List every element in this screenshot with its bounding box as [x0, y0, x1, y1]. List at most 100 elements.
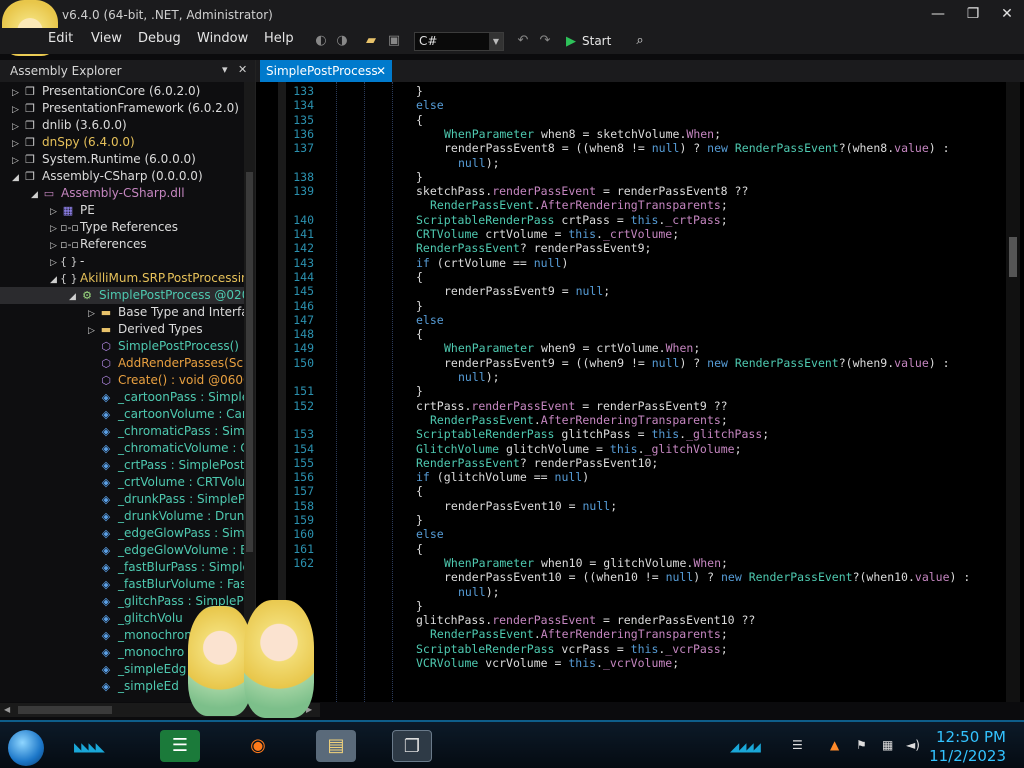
taskbar-decoration-icon: ◢◢◢◢ [730, 740, 761, 754]
editor-scroll-thumb[interactable] [1009, 237, 1017, 277]
tab-simplepostprocess[interactable]: SimplePostProcess ✕ [260, 60, 392, 82]
tree-item[interactable]: ◈ _cartoonVolume : Cart [0, 406, 244, 423]
tree-node-icon: ▫-▫ [60, 221, 79, 234]
character-sticker [188, 606, 252, 716]
tree-item[interactable]: ▷ ❐ dnSpy (6.4.0.0) [0, 134, 244, 151]
tree-item-label: _cartoonPass : SimpleP [118, 390, 244, 404]
taskbar: ◣◣◣◣ ☰ ◉ ▤ ❐ ◢◢◢◢ ☰ ▲ ⚑ ▦ ◄) 12:50 PM 11… [0, 720, 1024, 768]
maximize-button[interactable]: ❐ [961, 4, 985, 24]
tree-node-icon: ❐ [25, 119, 35, 132]
tree-item-label: Assembly-CSharp (0.0.0.0) [42, 169, 203, 183]
menu-help[interactable]: Help [264, 31, 294, 46]
tree-item[interactable]: ◢ ▭ Assembly-CSharp.dll [0, 185, 244, 202]
tab-close-icon[interactable]: ✕ [376, 60, 386, 82]
tree-item[interactable]: ▷{ } - [0, 253, 244, 270]
close-button[interactable]: ✕ [995, 4, 1019, 24]
code-line[interactable]: VCRVolume vcrVolume = this._vcrVolume; [256, 655, 996, 671]
tree-node-icon: ◈ [101, 629, 111, 642]
tree-item[interactable]: ⬡ AddRenderPasses(Scrip [0, 355, 244, 372]
menu-window[interactable]: Window [197, 31, 248, 46]
tree-node-icon: ◈ [101, 493, 111, 506]
network-icon[interactable]: ▦ [882, 738, 893, 752]
tree-vertical-scrollbar[interactable] [244, 82, 255, 702]
tree-item-label: dnSpy (6.4.0.0) [42, 135, 135, 149]
tree-item[interactable]: ◢ ❐ Assembly-CSharp (0.0.0.0) [0, 168, 244, 185]
tree-node-icon: ◈ [101, 476, 111, 489]
tree-item[interactable]: ◈ _fastBlurPass : SimpleF [0, 559, 244, 576]
title-bar: v6.4.0 (64-bit, .NET, Administrator) — ❐… [0, 0, 1024, 56]
chevron-down-icon: ▼ [489, 33, 503, 50]
tree-item[interactable]: ◈ _crtPass : SimplePostP [0, 457, 244, 474]
save-icon[interactable]: ▣ [385, 32, 403, 50]
clock-time: 12:50 PM [936, 728, 1006, 746]
tree-item-label: Base Type and Interfac [118, 305, 244, 319]
tray-menu-icon[interactable]: ☰ [792, 738, 803, 752]
tree-node-icon: { } [60, 255, 78, 268]
action-center-flag-icon[interactable]: ⚑ [856, 738, 867, 752]
tree-item[interactable]: ▷ ▦ PE [0, 202, 244, 219]
tree-item[interactable]: ◈ _chromaticPass : Simp [0, 423, 244, 440]
tree-item[interactable]: ◈ _edgeGlowVolume : Ec [0, 542, 244, 559]
tray-app-icon[interactable]: ▲ [830, 738, 839, 752]
search-icon[interactable]: ⌕ [631, 32, 649, 50]
tree-item[interactable]: ◈ _drunkVolume : Drunk [0, 508, 244, 525]
start-orb-icon[interactable] [8, 730, 44, 766]
tree-item[interactable]: ▷ ▫-▫Type References [0, 219, 244, 236]
code-editor[interactable]: 133} 134 else 135{136 WhenParameter when8 = … [256, 82, 1024, 702]
minimize-button[interactable]: — [926, 4, 950, 24]
firefox-icon[interactable]: ◉ [238, 730, 278, 762]
menu-view[interactable]: View [91, 31, 122, 46]
undo-icon[interactable]: ↶ [514, 32, 532, 50]
tree-item[interactable]: ▷ ❐ PresentationFramework (6.0.2.0) [0, 100, 244, 117]
open-folder-icon[interactable]: ▰ [362, 32, 380, 50]
tree-node-icon: ◈ [101, 527, 111, 540]
tree-item-label: System.Runtime (6.0.0.0) [42, 152, 196, 166]
system-clock[interactable]: 12:50 PM 11/2/2023 [929, 728, 1006, 766]
tree-item-label: Type References [80, 220, 179, 234]
tree-node-icon: ▦ [62, 204, 74, 217]
tree-item-label: PresentationCore (6.0.2.0) [42, 84, 201, 98]
tree-node-icon: ◈ [101, 663, 111, 676]
language-select[interactable]: C# ▼ [414, 32, 504, 51]
tree-item[interactable]: ◈ _chromaticVolume : C [0, 440, 244, 457]
tree-item[interactable]: ▷ ▫-▫References [0, 236, 244, 253]
tree-item-label: Derived Types [118, 322, 203, 336]
tree-item-label: Assembly-CSharp.dll [61, 186, 185, 200]
menu-debug[interactable]: Debug [138, 31, 181, 46]
panel-menu-icon[interactable]: ▾ [222, 63, 228, 76]
navigate-forward-icon[interactable]: ◑ [333, 32, 351, 50]
tree-item[interactable]: ◈ _edgeGlowPass : Simp [0, 525, 244, 542]
tree-node-icon: { } [60, 272, 78, 285]
redo-icon[interactable]: ↷ [536, 32, 554, 50]
tree-scroll-thumb[interactable] [246, 172, 253, 552]
tree-item[interactable]: ▷ ❐ dnlib (3.6.0.0) [0, 117, 244, 134]
tree-item[interactable]: ▷ ▬ Derived Types [0, 321, 244, 338]
tree-item[interactable]: ⬡ Create() : void @06000 [0, 372, 244, 389]
tree-item[interactable]: ◈ _fastBlurVolume : FastI [0, 576, 244, 593]
notes-app-icon[interactable]: ☰ [160, 730, 200, 762]
panel-close-icon[interactable]: ✕ [238, 63, 247, 76]
tree-item[interactable]: ▷ ❐ System.Runtime (6.0.0.0) [0, 151, 244, 168]
start-button[interactable]: ▶ Start [566, 31, 611, 51]
tree-item[interactable]: ◢ ⚙ SimplePostProcess @0200 [0, 287, 244, 304]
tree-node-icon: ◈ [101, 442, 111, 455]
tree-item-label: _edgeGlowVolume : Ec [118, 543, 244, 557]
tree-item[interactable]: ▷ ▬ Base Type and Interfac [0, 304, 244, 321]
tree-item[interactable]: ▷ ❐ PresentationCore (6.0.2.0) [0, 83, 244, 100]
dnspy-taskbar-icon[interactable]: ❐ [392, 730, 432, 762]
tree-item[interactable]: ◢{ } AkilliMum.SRP.PostProcessing [0, 270, 244, 287]
editor-vertical-scrollbar[interactable] [1006, 82, 1020, 702]
tree-item[interactable]: ◈ _cartoonPass : SimpleP [0, 389, 244, 406]
tree-item-label: References [80, 237, 147, 251]
scroll-left-icon[interactable]: ◀ [4, 703, 10, 717]
menu-edit[interactable]: Edit [48, 31, 73, 46]
tree-item[interactable]: ⬡ SimplePostProcess() : v [0, 338, 244, 355]
tree-node-icon: ◈ [101, 425, 111, 438]
hscroll-thumb[interactable] [18, 706, 112, 714]
volume-icon[interactable]: ◄) [906, 738, 920, 752]
tree-item[interactable]: ◈ _crtVolume : CRTVolur [0, 474, 244, 491]
tree-item[interactable]: ◈ _drunkPass : SimplePo [0, 491, 244, 508]
tree-item-label: _fastBlurVolume : FastI [118, 577, 244, 591]
navigate-back-icon[interactable]: ◐ [312, 32, 330, 50]
file-explorer-icon[interactable]: ▤ [316, 730, 356, 762]
